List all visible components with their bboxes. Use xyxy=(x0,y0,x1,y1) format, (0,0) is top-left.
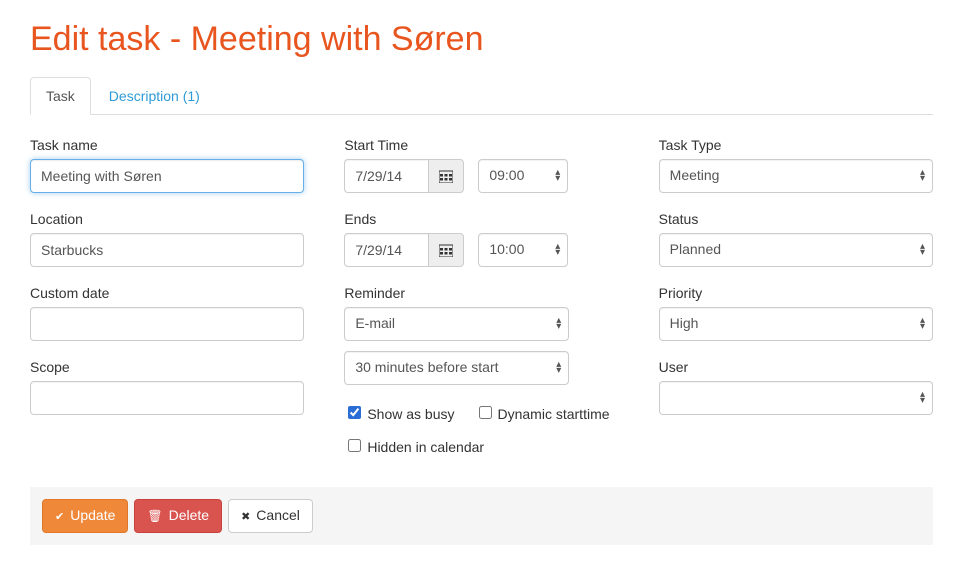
location-label: Location xyxy=(30,211,304,227)
show-busy-text: Show as busy xyxy=(367,406,454,422)
priority-select[interactable]: High xyxy=(659,307,933,341)
scope-label: Scope xyxy=(30,359,304,375)
user-select[interactable] xyxy=(659,381,933,415)
end-time-select[interactable]: 10:00 xyxy=(478,233,568,267)
custom-date-label: Custom date xyxy=(30,285,304,301)
delete-button[interactable]: Delete xyxy=(134,499,222,533)
task-name-label: Task name xyxy=(30,137,304,153)
start-date-picker-button[interactable] xyxy=(428,159,464,193)
tab-task[interactable]: Task xyxy=(30,77,91,115)
calendar-icon xyxy=(439,170,453,183)
start-time-select[interactable]: 09:00 xyxy=(478,159,568,193)
end-date-input[interactable] xyxy=(344,233,428,267)
trash-icon xyxy=(147,506,162,526)
end-date-picker-button[interactable] xyxy=(428,233,464,267)
task-type-select[interactable]: Meeting xyxy=(659,159,933,193)
reminder-when-select[interactable]: 30 minutes before start xyxy=(344,351,569,385)
delete-button-label: Delete xyxy=(169,506,209,526)
close-icon xyxy=(241,506,250,526)
dynamic-start-checkbox[interactable] xyxy=(479,406,492,419)
task-name-input[interactable] xyxy=(30,159,304,193)
hidden-cal-label[interactable]: Hidden in calendar xyxy=(344,436,484,455)
update-button[interactable]: Update xyxy=(42,499,128,533)
status-select[interactable]: Planned xyxy=(659,233,933,267)
start-date-input[interactable] xyxy=(344,159,428,193)
cancel-button-label: Cancel xyxy=(256,506,300,526)
ends-label: Ends xyxy=(344,211,618,227)
task-type-label: Task Type xyxy=(659,137,933,153)
reminder-label: Reminder xyxy=(344,285,618,301)
start-time-label: Start Time xyxy=(344,137,618,153)
priority-label: Priority xyxy=(659,285,933,301)
hidden-cal-text: Hidden in calendar xyxy=(367,439,484,455)
scope-input[interactable] xyxy=(30,381,304,415)
status-label: Status xyxy=(659,211,933,227)
check-icon xyxy=(55,506,64,526)
tab-bar: Task Description (1) xyxy=(30,77,933,115)
user-label: User xyxy=(659,359,933,375)
location-input[interactable] xyxy=(30,233,304,267)
action-bar: Update Delete Cancel xyxy=(30,487,933,545)
calendar-icon xyxy=(439,244,453,257)
dynamic-start-text: Dynamic starttime xyxy=(498,406,610,422)
update-button-label: Update xyxy=(70,506,115,526)
show-busy-checkbox[interactable] xyxy=(348,406,361,419)
page-title: Edit task - Meeting with Søren xyxy=(30,20,933,59)
tab-description[interactable]: Description (1) xyxy=(93,77,216,115)
custom-date-input[interactable] xyxy=(30,307,304,341)
show-busy-label[interactable]: Show as busy xyxy=(344,403,454,422)
cancel-button[interactable]: Cancel xyxy=(228,499,313,533)
reminder-type-select[interactable]: E-mail xyxy=(344,307,569,341)
dynamic-start-label[interactable]: Dynamic starttime xyxy=(475,403,610,422)
hidden-cal-checkbox[interactable] xyxy=(348,439,361,452)
